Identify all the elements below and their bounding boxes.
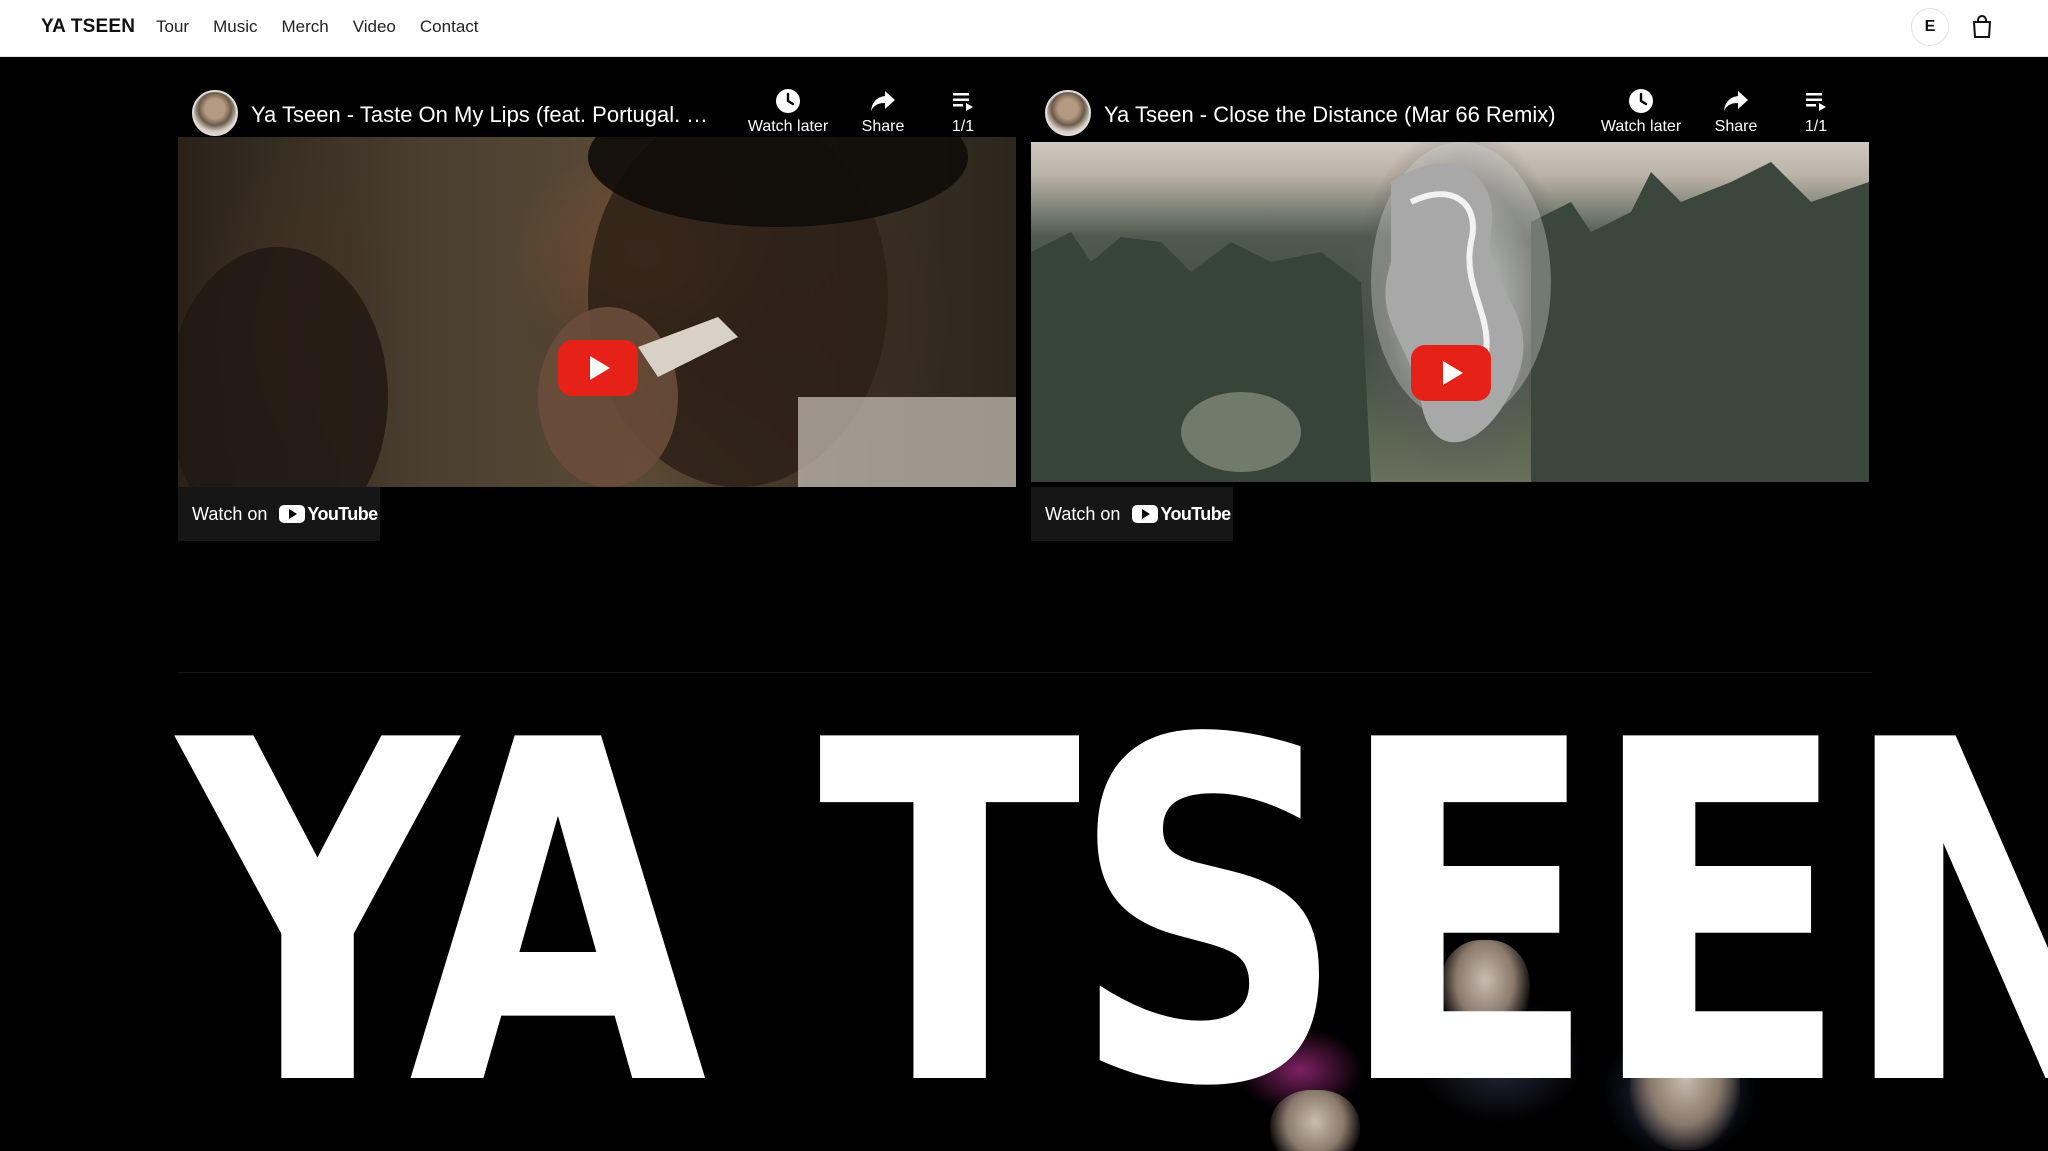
share-label: Share xyxy=(1714,118,1758,135)
site-header: YA TSEEN Tour Music Merch Video Contact … xyxy=(0,0,2048,57)
watch-on-youtube-button[interactable]: Watch on YouTube xyxy=(178,487,380,541)
share-icon xyxy=(871,91,895,111)
video-title[interactable]: Ya Tseen - Taste On My Lips (feat. Portu… xyxy=(251,102,721,128)
share-label: Share xyxy=(861,118,905,135)
watch-later-button[interactable]: Watch later xyxy=(1596,88,1686,136)
watch-on-label: Watch on xyxy=(1045,503,1121,524)
play-button[interactable] xyxy=(1411,345,1491,401)
watch-later-label: Watch later xyxy=(1600,118,1682,135)
share-button[interactable]: Share xyxy=(1691,88,1781,136)
play-button[interactable] xyxy=(558,340,638,396)
share-icon xyxy=(1724,91,1748,111)
shopping-bag-icon[interactable] xyxy=(1970,14,1994,40)
video-thumbnail[interactable] xyxy=(1031,142,1869,482)
playlist-button[interactable]: 1/1 xyxy=(1771,88,1861,136)
watch-later-button[interactable]: Watch later xyxy=(743,88,833,136)
main-nav: Tour Music Merch Video Contact xyxy=(156,17,503,37)
clock-icon xyxy=(776,89,800,113)
video-top-bar: Ya Tseen - Close the Distance (Mar 66 Re… xyxy=(1031,80,1869,140)
playlist-icon xyxy=(953,93,973,111)
clock-icon xyxy=(1629,89,1653,113)
video-top-bar: Ya Tseen - Taste On My Lips (feat. Portu… xyxy=(178,80,1016,140)
nav-contact[interactable]: Contact xyxy=(420,17,479,37)
nav-video[interactable]: Video xyxy=(353,17,396,37)
playlist-count: 1/1 xyxy=(1804,118,1828,135)
channel-avatar[interactable] xyxy=(192,90,238,136)
share-button[interactable]: Share xyxy=(838,88,928,136)
nav-music[interactable]: Music xyxy=(213,17,257,37)
hero-band-name: YA TSEEN xyxy=(178,642,2048,1151)
youtube-logo-icon: YouTube xyxy=(279,504,378,525)
watch-on-label: Watch on xyxy=(192,503,268,524)
youtube-logo-icon: YouTube xyxy=(1132,504,1231,525)
site-brand[interactable]: YA TSEEN xyxy=(41,16,135,38)
playlist-icon xyxy=(1806,93,1826,111)
language-button[interactable]: E xyxy=(1911,8,1949,46)
channel-avatar[interactable] xyxy=(1045,90,1091,136)
video-embed-1[interactable]: Ya Tseen - Taste On My Lips (feat. Portu… xyxy=(178,80,1016,542)
playlist-count: 1/1 xyxy=(951,118,975,135)
playlist-button[interactable]: 1/1 xyxy=(918,88,1008,136)
video-thumbnail[interactable] xyxy=(178,137,1016,487)
video-title[interactable]: Ya Tseen - Close the Distance (Mar 66 Re… xyxy=(1104,102,1574,128)
watch-later-label: Watch later xyxy=(747,118,829,135)
nav-merch[interactable]: Merch xyxy=(281,17,328,37)
video-embed-2[interactable]: Ya Tseen - Close the Distance (Mar 66 Re… xyxy=(1031,80,1869,542)
watch-on-youtube-button[interactable]: Watch on YouTube xyxy=(1031,487,1233,541)
nav-tour[interactable]: Tour xyxy=(156,17,189,37)
